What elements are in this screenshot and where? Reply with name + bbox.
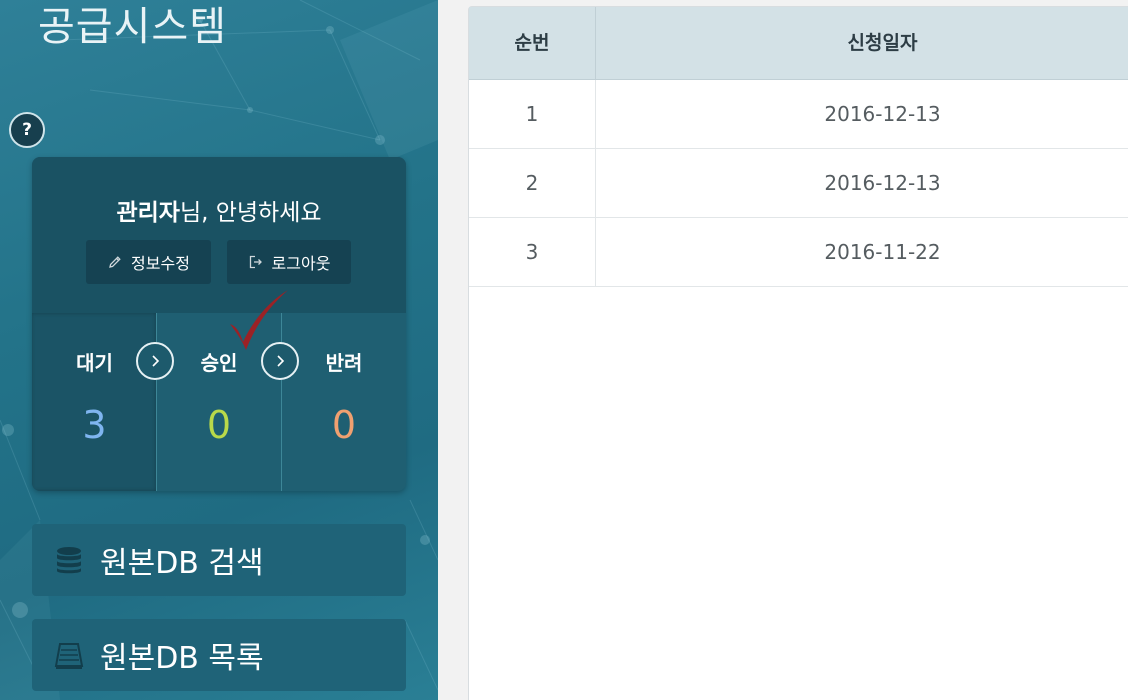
cell-no: 2 (469, 149, 596, 217)
table-row[interactable]: 2 2016-12-13 (469, 149, 1128, 218)
menu-db-list-label: 원본DB 목록 (100, 641, 264, 676)
table-row[interactable]: 1 2016-12-13 (469, 80, 1128, 149)
edit-info-label: 정보수정 (131, 254, 190, 273)
cell-date: 2016-11-22 (824, 240, 941, 264)
chevron-right-icon[interactable] (136, 342, 174, 380)
column-header-date[interactable]: 신청일자 (596, 7, 1128, 80)
status-pending-count: 3 (82, 403, 107, 447)
results-table: 순번 신청일자 1 2016-12-13 2 2016-12-13 3 2016… (468, 6, 1128, 700)
status-summary: 대기 3 승인 0 반려 0 (32, 313, 406, 491)
user-name: 관리자 (116, 200, 180, 226)
table-row[interactable]: 3 2016-11-22 (469, 218, 1128, 287)
logout-label: 로그아웃 (271, 254, 331, 273)
cell-no: 3 (469, 218, 596, 286)
checkmark-icon (230, 290, 288, 350)
table-header: 순번 신청일자 (469, 7, 1128, 80)
help-button[interactable]: ? (9, 112, 45, 148)
cell-date: 2016-12-13 (824, 171, 941, 195)
status-rejected[interactable]: 반려 0 (281, 313, 406, 491)
status-rejected-label: 반려 (325, 351, 363, 375)
list-box-icon (54, 643, 84, 669)
menu-db-search[interactable]: 원본DB 검색 (32, 524, 406, 596)
sidebar: 공급시스템 ? 관리자님, 안녕하세요 정보수정 로그아웃 대기 3 승인 0 … (0, 0, 438, 700)
user-card: 관리자님, 안녕하세요 정보수정 로그아웃 대기 3 승인 0 반려 0 (32, 157, 406, 491)
status-pending[interactable]: 대기 3 (32, 313, 157, 491)
cell-date: 2016-12-13 (824, 102, 941, 126)
database-icon (57, 547, 81, 574)
edit-info-button[interactable]: 정보수정 (86, 240, 211, 284)
menu-db-search-label: 원본DB 검색 (100, 546, 264, 581)
user-card-header: 관리자님, 안녕하세요 정보수정 로그아웃 (32, 157, 406, 313)
column-header-no[interactable]: 순번 (469, 7, 596, 80)
greeting-suffix: 님, 안녕하세요 (179, 200, 322, 226)
cell-no: 1 (469, 80, 596, 148)
pencil-icon (109, 256, 121, 268)
app-title: 공급시스템 (38, 4, 227, 50)
greeting-text: 관리자님, 안녕하세요 (32, 193, 406, 227)
menu-db-list[interactable]: 원본DB 목록 (32, 619, 406, 691)
status-rejected-count: 0 (331, 403, 357, 447)
logout-icon (249, 255, 262, 269)
logout-button[interactable]: 로그아웃 (227, 240, 351, 284)
status-approved-count: 0 (206, 403, 232, 447)
